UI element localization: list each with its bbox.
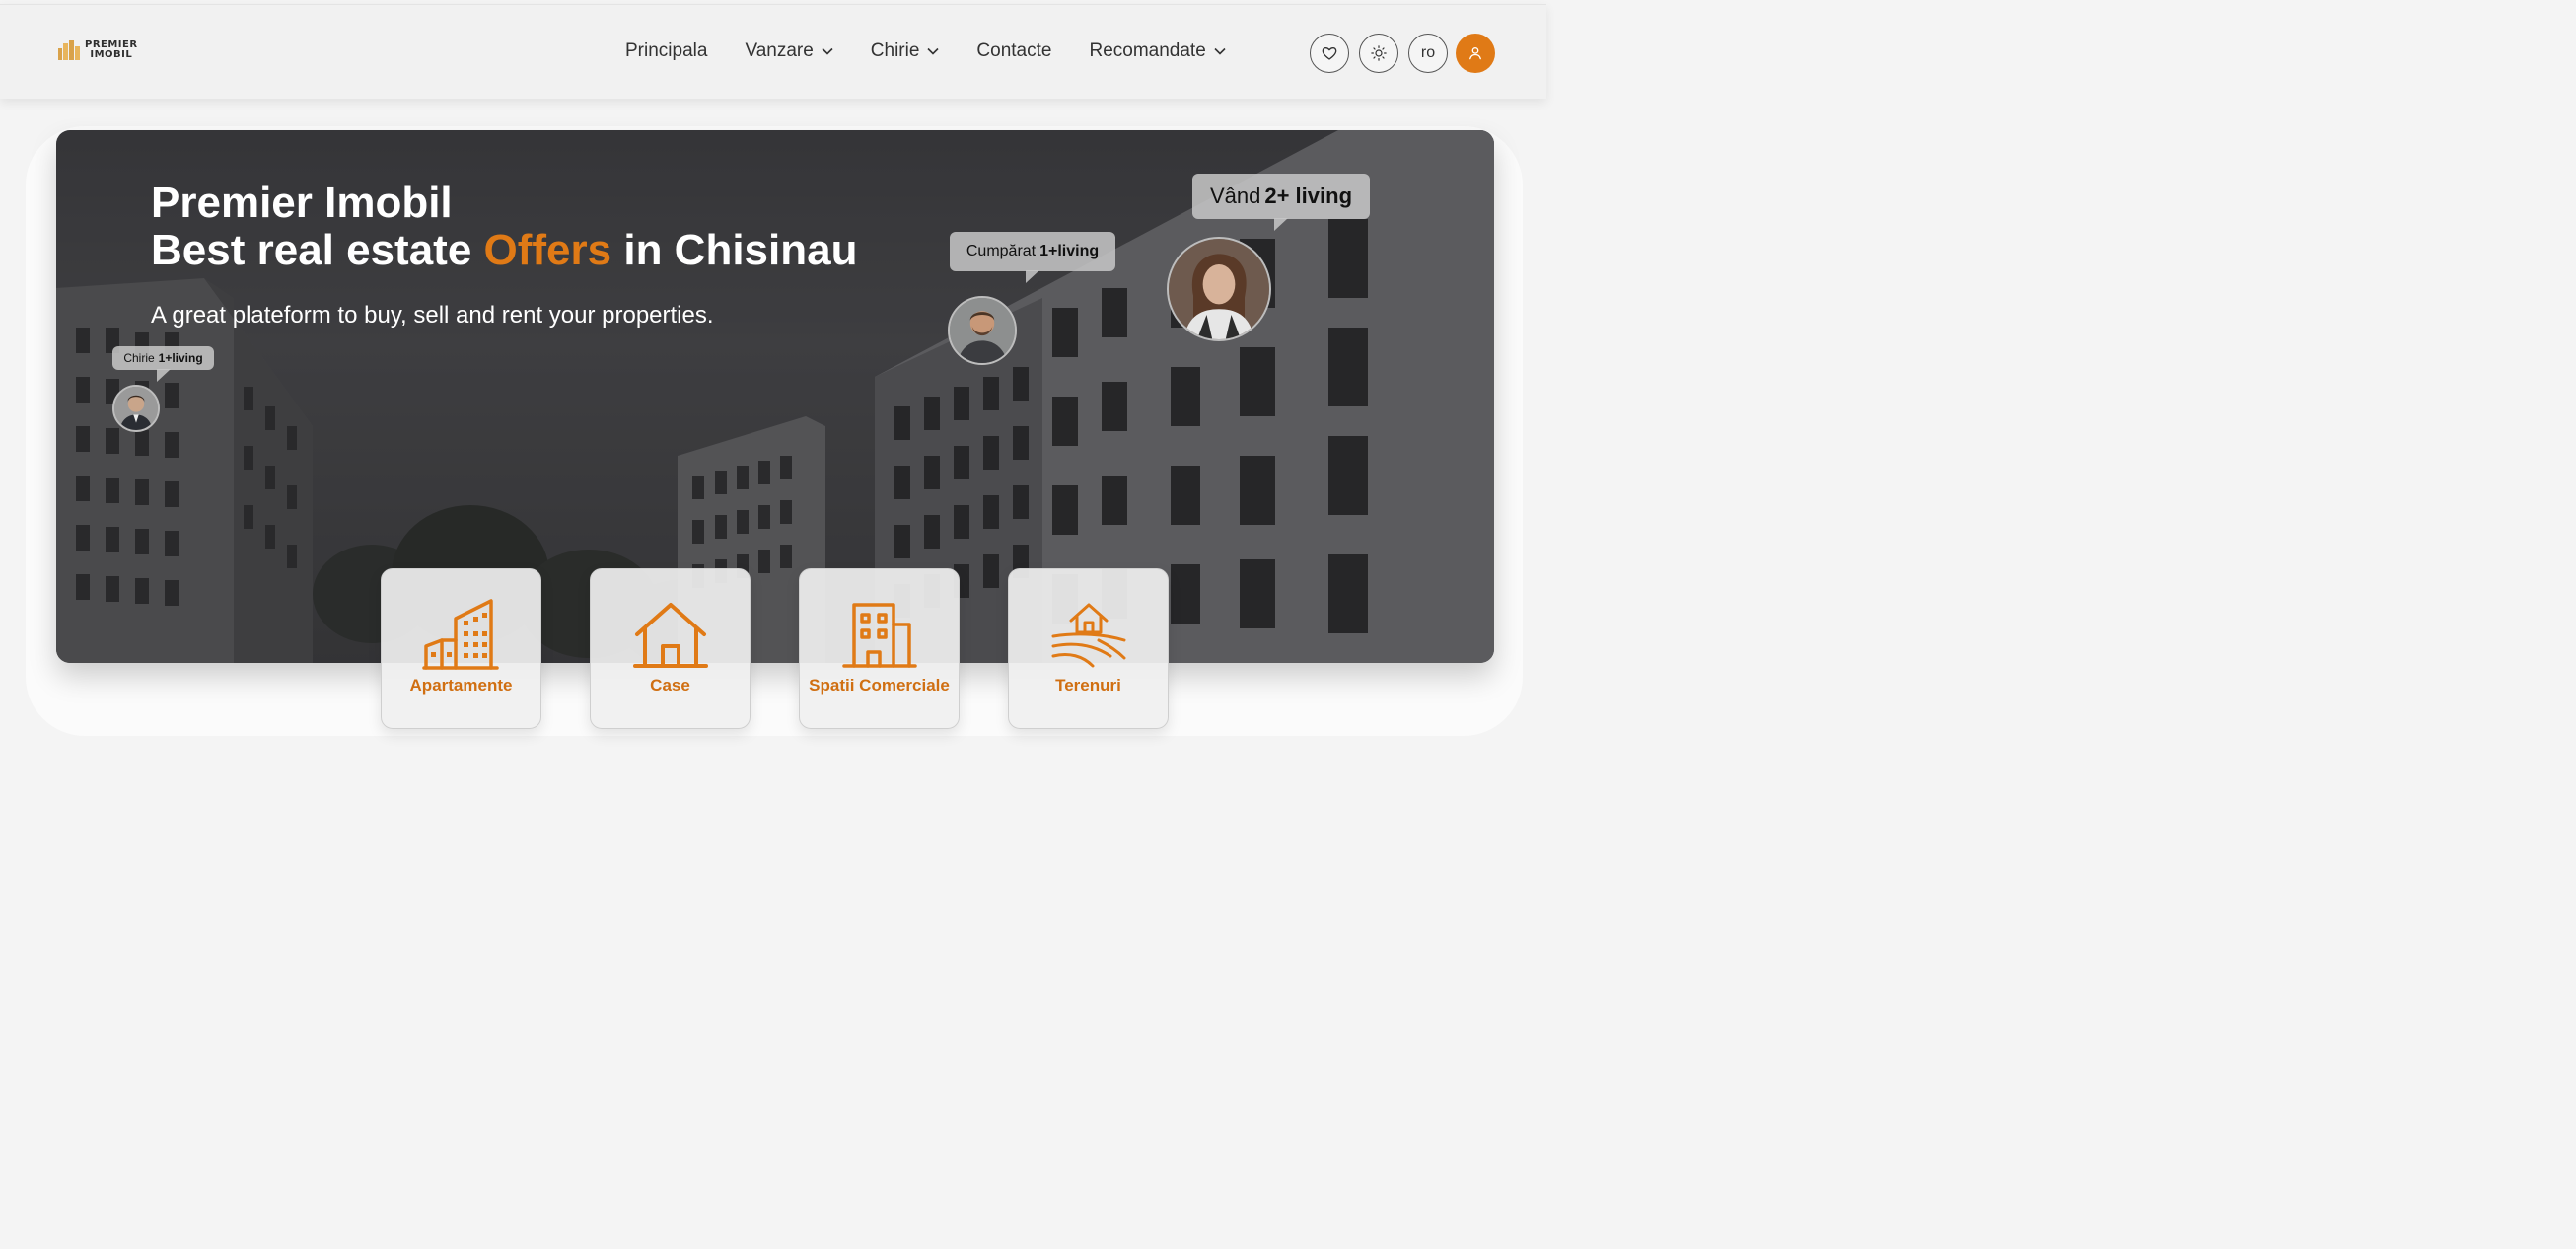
avatar-man-suit: [112, 385, 160, 432]
logo-text: PREMIER IMOBIL: [85, 40, 138, 60]
apartment-building-icon: [422, 599, 499, 670]
favorites-button[interactable]: [1310, 34, 1349, 73]
theme-toggle-button[interactable]: [1359, 34, 1398, 73]
category-label: Terenuri: [1055, 676, 1121, 695]
hero-title-line-1: Premier Imobil: [151, 179, 453, 227]
category-label: Apartamente: [409, 676, 513, 695]
bubble-text: Cumpărat: [966, 243, 1037, 259]
bubble-text: Chirie: [123, 351, 155, 365]
nav-item-contacte[interactable]: Contacte: [976, 40, 1051, 62]
language-switch-button[interactable]: ro: [1408, 34, 1448, 73]
main-nav: Principala Vanzare Chirie Contacte Recom…: [625, 40, 1226, 62]
logo[interactable]: PREMIER IMOBIL: [57, 40, 138, 60]
person-avatar-icon: [950, 298, 1015, 363]
hero-title-accent: Offers: [483, 226, 612, 274]
chevron-down-icon: [927, 47, 939, 55]
speech-bubble-bought: Cumpărat 1+living: [950, 232, 1115, 283]
category-card-spatii-comerciale[interactable]: Spatii Comerciale: [799, 568, 960, 729]
nav-label: Vanzare: [745, 40, 814, 61]
hero-title-line-2-start: Best real estate: [151, 226, 484, 274]
category-card-apartamente[interactable]: Apartamente: [381, 568, 541, 729]
nav-label: Recomandate: [1089, 40, 1206, 61]
hero-subtitle: A great plateform to buy, sell and rent …: [151, 302, 714, 329]
person-avatar-icon: [114, 387, 158, 430]
category-card-case[interactable]: Case: [590, 568, 751, 729]
avatar-man-beard: [948, 296, 1017, 365]
bubble-bold-text: 1+living: [158, 351, 203, 365]
speech-bubble-rent: Chirie 1+living: [112, 346, 214, 382]
chevron-down-icon: [1214, 47, 1226, 55]
nav-label: Principala: [625, 40, 708, 61]
nav-item-vanzare[interactable]: Vanzare: [745, 40, 833, 62]
chevron-down-icon: [822, 47, 833, 55]
category-label: Case: [650, 676, 690, 695]
bubble-bold-text: 2+ living: [1264, 184, 1353, 208]
speech-bubble-sell: Vând 2+ living: [1192, 174, 1370, 231]
hero-banner: Premier Imobil Best real estate Offers i…: [56, 130, 1494, 663]
avatar-woman: [1167, 237, 1271, 341]
account-button[interactable]: [1456, 34, 1495, 73]
nav-item-principala[interactable]: Principala: [625, 40, 707, 62]
category-card-terenuri[interactable]: Terenuri: [1008, 568, 1169, 729]
nav-item-recomandate[interactable]: Recomandate: [1089, 40, 1226, 62]
bubble-bold-text: 1+living: [1039, 243, 1100, 259]
nav-item-chirie[interactable]: Chirie: [871, 40, 940, 62]
hero-title: Premier Imobil Best real estate Offers i…: [151, 180, 857, 274]
nav-label: Chirie: [870, 40, 920, 61]
land-icon: [1051, 603, 1126, 668]
heart-icon: [1322, 47, 1337, 60]
nav-label: Contacte: [976, 40, 1052, 61]
logo-line-2: IMOBIL: [90, 49, 133, 60]
site-header: PREMIER IMOBIL Principala Vanzare Chirie…: [0, 4, 1546, 99]
hero-title-line-2-end: in Chisinau: [611, 226, 858, 274]
bubble-text: Vând: [1209, 184, 1261, 208]
sun-icon: [1371, 45, 1387, 61]
logo-buildings-icon: [58, 40, 80, 60]
house-icon: [633, 603, 708, 668]
commercial-building-icon: [842, 603, 917, 668]
category-label: Spatii Comerciale: [809, 676, 950, 695]
user-icon: [1469, 47, 1481, 60]
person-avatar-icon: [1169, 239, 1269, 339]
